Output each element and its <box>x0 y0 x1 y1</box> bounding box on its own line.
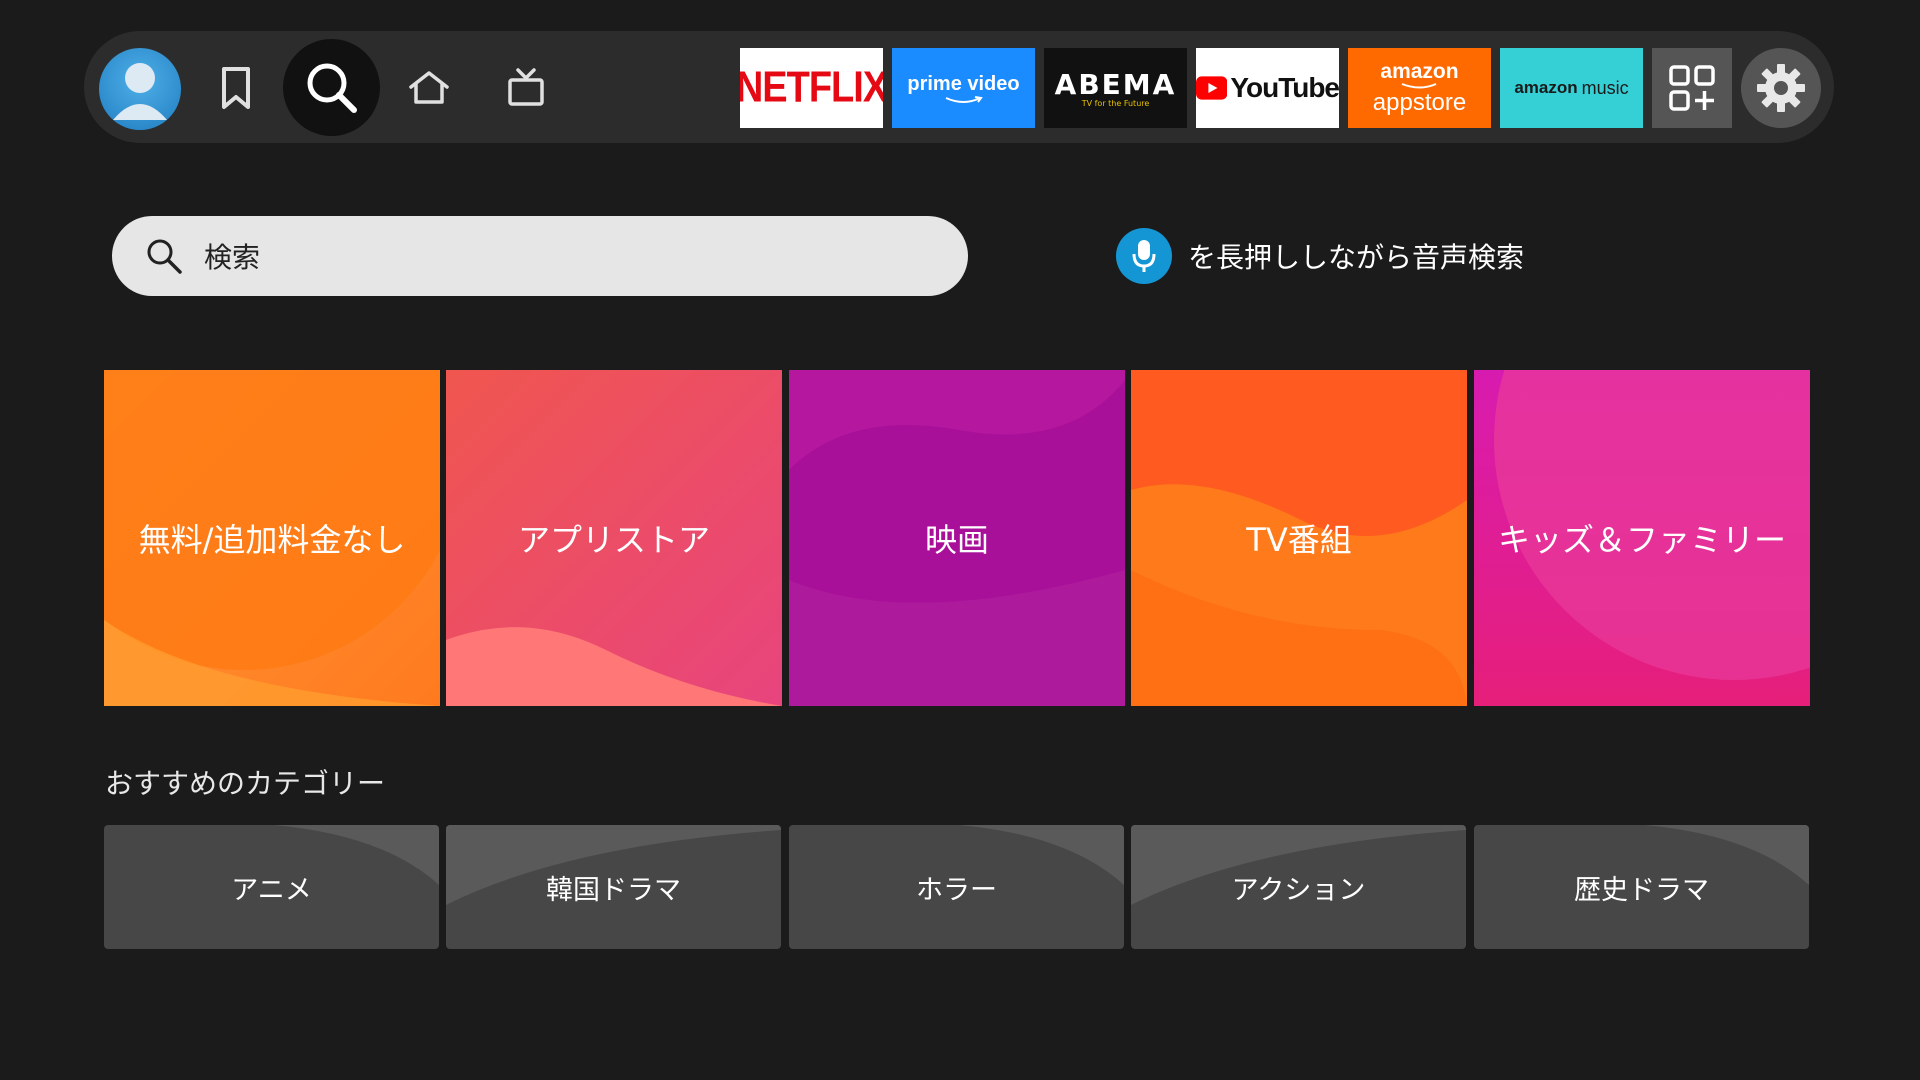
tile-label: アプリストア <box>517 521 710 559</box>
category-label: アクション <box>1231 874 1366 906</box>
tile-label: 映画 <box>924 521 989 559</box>
apps-grid-add-icon <box>1669 65 1715 111</box>
tile-movies[interactable]: 映画 <box>789 370 1125 706</box>
all-apps-button[interactable] <box>1652 48 1732 128</box>
amazon-music-app-tile[interactable]: amazon music <box>1500 48 1643 128</box>
appstore-text: appstore <box>1372 88 1467 116</box>
category-action[interactable]: アクション <box>1131 825 1466 949</box>
tile-appstore[interactable]: アプリストア <box>446 370 782 706</box>
bookmark-button[interactable] <box>212 64 260 112</box>
category-label: 歴史ドラマ <box>1574 874 1709 906</box>
search-input[interactable]: 検索 <box>112 216 968 296</box>
profile-avatar[interactable] <box>99 48 181 130</box>
youtube-play-icon <box>1196 76 1228 100</box>
prime-video-logo-text: prime video <box>907 72 1020 95</box>
category-label: アニメ <box>231 874 312 906</box>
netflix-app-tile[interactable]: NETFLIX <box>740 48 883 128</box>
youtube-logo-text: YouTube <box>1230 72 1339 103</box>
recommended-section-title: おすすめのカテゴリー <box>105 767 386 800</box>
category-label: 韓国ドラマ <box>546 874 681 906</box>
search-placeholder: 検索 <box>204 241 261 274</box>
live-tv-button[interactable] <box>502 64 550 112</box>
tile-kids-family[interactable]: キッズ＆ファミリー <box>1474 370 1810 706</box>
person-icon <box>113 63 167 120</box>
category-historical-drama[interactable]: 歴史ドラマ <box>1474 825 1809 949</box>
category-horror[interactable]: ホラー <box>789 825 1124 949</box>
tv-icon <box>508 68 544 106</box>
voice-search-text: を長押ししながら音声検索 <box>1188 241 1525 274</box>
search-icon <box>307 63 357 113</box>
search-icon <box>147 239 182 274</box>
tile-label: キッズ＆ファミリー <box>1497 521 1786 559</box>
appstore-amazon-text: amazon <box>1380 59 1459 83</box>
abema-tagline: TV for the Future <box>1081 99 1150 108</box>
category-anime[interactable]: アニメ <box>104 825 439 949</box>
smile-arrow-icon <box>945 95 983 103</box>
abema-logo-text: ABEMA <box>1054 68 1177 101</box>
search-nav-button[interactable] <box>283 39 380 136</box>
abema-app-tile[interactable]: ABEMA TV for the Future <box>1044 48 1187 128</box>
tile-label: 無料/追加料金なし <box>138 521 406 559</box>
home-icon <box>409 71 449 104</box>
tile-free-content[interactable]: 無料/追加料金なし <box>104 370 440 706</box>
microphone-icon <box>1116 228 1172 284</box>
music-amazon-text: amazon <box>1514 78 1578 97</box>
gear-icon <box>1757 64 1805 112</box>
prime-video-app-tile[interactable]: prime video <box>892 48 1035 128</box>
music-text: music <box>1581 77 1629 98</box>
bookmark-icon <box>222 67 250 109</box>
tile-tv-shows[interactable]: TV番組 <box>1131 370 1467 706</box>
netflix-logo-text: NETFLIX <box>740 63 883 112</box>
category-korean-drama[interactable]: 韓国ドラマ <box>446 825 781 949</box>
tile-label: TV番組 <box>1246 521 1352 559</box>
youtube-app-tile[interactable]: YouTube <box>1196 48 1339 128</box>
settings-button[interactable] <box>1741 48 1821 128</box>
amazon-appstore-app-tile[interactable]: amazon appstore <box>1348 48 1491 128</box>
category-label: ホラー <box>916 874 997 906</box>
home-button[interactable] <box>405 66 453 110</box>
voice-search-hint: を長押ししながら音声検索 <box>1116 228 1524 284</box>
